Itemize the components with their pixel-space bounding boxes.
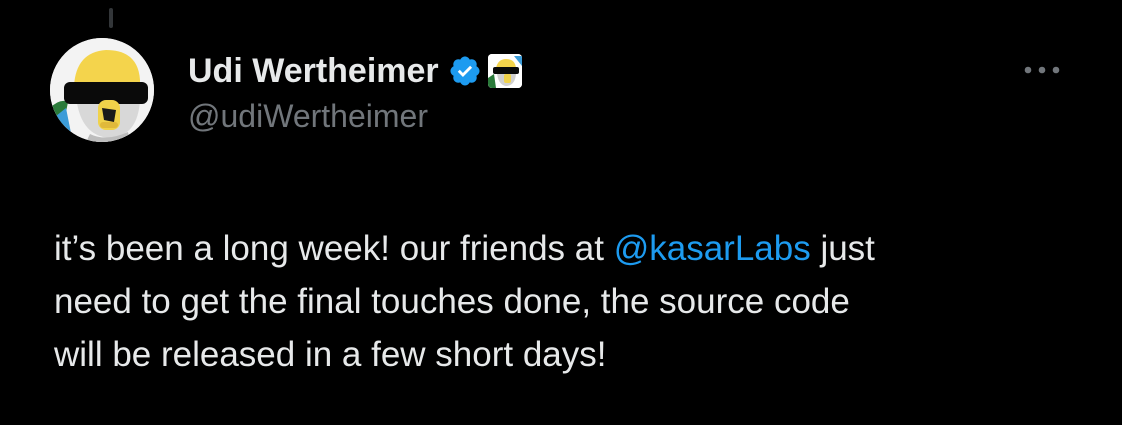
tweet-line-1: it’s been a long week! our friends at @k… — [54, 222, 1094, 275]
affiliate-avatar-icon[interactable] — [487, 54, 522, 88]
tweet-line-2: need to get the final touches done, the … — [54, 282, 850, 321]
tweet-text-segment: it’s been a long week! our friends at — [54, 229, 614, 268]
more-options-icon — [1024, 66, 1060, 74]
tweet-text-segment: just — [810, 229, 875, 268]
avatar-image — [50, 38, 154, 142]
verified-badge-icon[interactable] — [448, 54, 482, 88]
more-options-button[interactable] — [1020, 58, 1064, 82]
author-handle[interactable]: @udiWertheimer — [188, 98, 428, 135]
avatar[interactable] — [50, 38, 154, 142]
author-name-row: Udi Wertheimer — [188, 49, 522, 93]
tweet-line-3: will be released in a few short days! — [54, 335, 607, 374]
display-name[interactable]: Udi Wertheimer — [188, 52, 439, 91]
thread-connector-line — [109, 8, 113, 28]
mention-link[interactable]: @kasarLabs — [614, 229, 811, 268]
tweet-text: it’s been a long week! our friends at @k… — [54, 222, 1094, 381]
